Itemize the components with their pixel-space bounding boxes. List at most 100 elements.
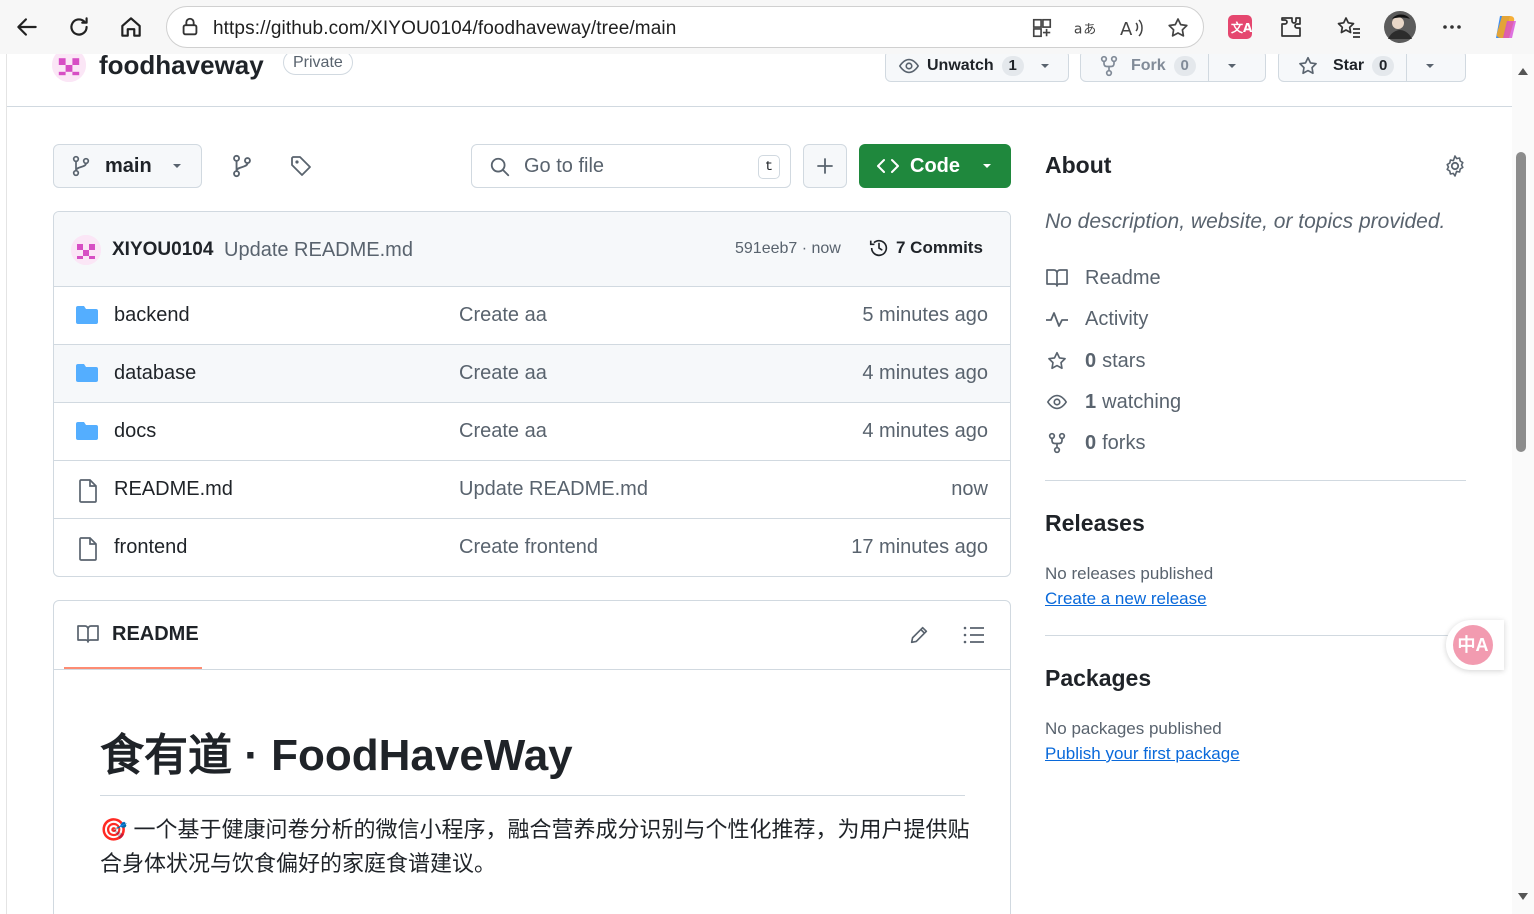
create-release-link[interactable]: Create a new release bbox=[1045, 589, 1207, 609]
go-to-file-placeholder: Go to file bbox=[524, 155, 605, 177]
favorite-star-icon[interactable] bbox=[1165, 15, 1191, 41]
refresh-button[interactable] bbox=[62, 10, 96, 44]
go-to-file-input[interactable]: Go to file t bbox=[471, 144, 791, 188]
fork-count: 0 bbox=[1173, 56, 1196, 76]
file-name-link[interactable]: README.md bbox=[114, 478, 233, 501]
star-label: Star bbox=[1333, 57, 1365, 74]
table-row[interactable]: frontend Create frontend 17 minutes ago bbox=[54, 519, 1010, 576]
releases-title[interactable]: Releases bbox=[1045, 510, 1145, 537]
repo-name-link[interactable]: foodhaveway bbox=[99, 54, 264, 81]
about-forks-link[interactable]: 0 forks bbox=[1045, 430, 1145, 456]
eye-icon bbox=[898, 55, 920, 77]
readme-header: README bbox=[54, 601, 1010, 670]
translate-extension-icon[interactable]: 文A bbox=[1224, 11, 1256, 43]
packages-title[interactable]: Packages bbox=[1045, 665, 1151, 692]
plus-icon bbox=[817, 158, 833, 174]
about-item-label: watching bbox=[1102, 390, 1182, 413]
translate-icon: 中A bbox=[1453, 625, 1493, 665]
file-commit-message[interactable]: Update README.md bbox=[459, 478, 648, 501]
sidebar-divider bbox=[1045, 635, 1466, 636]
folder-icon bbox=[75, 421, 99, 441]
file-commit-message[interactable]: Create aa bbox=[459, 304, 547, 327]
about-item-label: forks bbox=[1102, 431, 1146, 454]
refresh-icon bbox=[70, 17, 88, 36]
home-icon bbox=[121, 17, 141, 37]
outline-list-icon[interactable] bbox=[962, 624, 986, 646]
commit-message-link[interactable]: Update README.md bbox=[224, 239, 413, 262]
eye-icon bbox=[1045, 391, 1069, 413]
branches-button[interactable] bbox=[226, 150, 258, 182]
chevron-down-icon[interactable] bbox=[1225, 59, 1239, 73]
scroll-up-arrow-icon[interactable] bbox=[1517, 66, 1529, 76]
edit-pencil-icon[interactable] bbox=[908, 624, 930, 646]
tab-readme[interactable]: README bbox=[64, 601, 202, 669]
about-description: No description, website, or topics provi… bbox=[1045, 210, 1446, 233]
git-branch-icon bbox=[71, 155, 91, 177]
home-button[interactable] bbox=[114, 10, 148, 44]
more-menu-icon[interactable] bbox=[1436, 11, 1468, 43]
extensions-puzzle-icon[interactable] bbox=[1275, 11, 1307, 43]
folder-icon bbox=[75, 363, 99, 383]
url-text[interactable]: https://github.com/XIYOU0104/foodhaveway… bbox=[213, 18, 676, 40]
target-emoji-icon: 🎯 bbox=[100, 817, 128, 842]
scrollbar-thumb[interactable] bbox=[1516, 152, 1526, 452]
code-button[interactable]: Code bbox=[859, 144, 1011, 188]
lock-icon bbox=[179, 16, 201, 38]
gear-icon[interactable] bbox=[1443, 154, 1467, 178]
file-commit-message[interactable]: Create frontend bbox=[459, 536, 598, 559]
app-grid-icon[interactable] bbox=[1029, 15, 1055, 41]
translate-page-icon[interactable]: aあ bbox=[1073, 15, 1099, 41]
about-stars-link[interactable]: 0 stars bbox=[1045, 348, 1145, 374]
unwatch-button[interactable]: Unwatch 1 bbox=[885, 54, 1069, 82]
profile-avatar[interactable] bbox=[1384, 11, 1416, 43]
commit-sha-time[interactable]: 591eeb7 · now bbox=[735, 240, 841, 258]
chevron-down-icon[interactable] bbox=[1038, 59, 1052, 73]
watching-count: 1 bbox=[1085, 390, 1097, 413]
table-row[interactable]: database Create aa 4 minutes ago bbox=[54, 345, 1010, 403]
table-row[interactable]: README.md Update README.md now bbox=[54, 461, 1010, 519]
shortcut-key: t bbox=[758, 155, 780, 179]
copilot-icon[interactable] bbox=[1490, 11, 1522, 43]
star-icon bbox=[1297, 55, 1319, 77]
back-button[interactable] bbox=[10, 10, 44, 44]
repo-owner-avatar[interactable] bbox=[52, 54, 86, 82]
address-bar[interactable]: https://github.com/XIYOU0104/foodhaveway… bbox=[166, 6, 1204, 48]
tags-button[interactable] bbox=[285, 150, 317, 182]
file-name-link[interactable]: backend bbox=[114, 304, 190, 327]
forks-count: 0 bbox=[1085, 431, 1097, 454]
file-icon bbox=[78, 537, 98, 561]
readme-tab-label: README bbox=[112, 622, 199, 645]
fork-button[interactable]: Fork 0 bbox=[1080, 54, 1266, 82]
about-watching-link[interactable]: 1 watching bbox=[1045, 389, 1181, 415]
about-readme-link[interactable]: Readme bbox=[1045, 265, 1161, 291]
favorites-icon[interactable] bbox=[1333, 11, 1365, 43]
table-row[interactable]: backend Create aa 5 minutes ago bbox=[54, 287, 1010, 345]
commits-link[interactable]: 7 Commits bbox=[868, 237, 983, 259]
publish-package-link[interactable]: Publish your first package bbox=[1045, 744, 1240, 764]
file-name-link[interactable]: frontend bbox=[114, 536, 187, 559]
floating-translate-button[interactable]: 中A bbox=[1446, 620, 1504, 670]
pulse-icon bbox=[1045, 309, 1069, 329]
add-file-button[interactable] bbox=[803, 144, 847, 188]
file-age: now bbox=[951, 478, 988, 500]
table-row[interactable]: docs Create aa 4 minutes ago bbox=[54, 403, 1010, 461]
read-aloud-icon[interactable]: A bbox=[1119, 15, 1145, 41]
file-name-link[interactable]: database bbox=[114, 362, 196, 385]
file-commit-message[interactable]: Create aa bbox=[459, 362, 547, 385]
branch-selector[interactable]: main bbox=[53, 144, 202, 188]
fork-label: Fork bbox=[1131, 57, 1166, 74]
page-viewport: foodhaveway Private Unwatch 1 Fork 0 Sta… bbox=[6, 54, 1512, 914]
file-commit-message[interactable]: Create aa bbox=[459, 420, 547, 443]
file-name-link[interactable]: docs bbox=[114, 420, 156, 443]
chevron-down-icon[interactable] bbox=[1423, 59, 1437, 73]
commit-author-link[interactable]: XIYOU0104 bbox=[112, 239, 213, 261]
star-button[interactable]: Star 0 bbox=[1278, 54, 1466, 82]
latest-commit-row: XIYOU0104 Update README.md 591eeb7 · now… bbox=[54, 212, 1010, 287]
code-label: Code bbox=[910, 154, 960, 177]
scroll-down-arrow-icon[interactable] bbox=[1517, 892, 1529, 902]
avatar[interactable] bbox=[71, 235, 101, 265]
svg-text:a: a bbox=[1074, 22, 1083, 38]
svg-text:文A: 文A bbox=[1231, 20, 1253, 35]
svg-text:あ: あ bbox=[1083, 23, 1096, 38]
about-activity-link[interactable]: Activity bbox=[1045, 306, 1148, 332]
